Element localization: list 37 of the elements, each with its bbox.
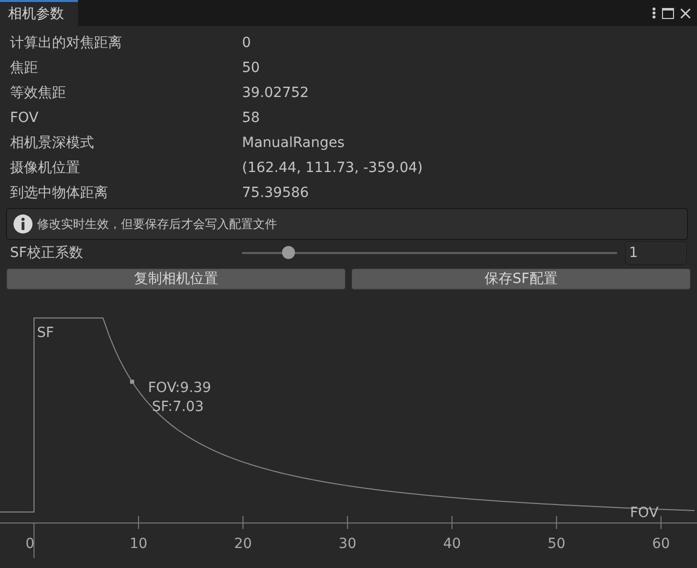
field-value: (162.44, 111.73, -359.04) [242,160,424,176]
field-value: 0 [242,34,252,50]
axis-label: SF [37,325,54,341]
field-label: 摄像机位置 [10,158,81,176]
tick-label: 40 [443,536,461,552]
tick-label: 20 [234,536,252,552]
field-value: 58 [242,110,261,126]
action-button[interactable]: 保存SF配置 [351,268,691,290]
field-value: 39.02752 [242,84,310,100]
info-icon [13,214,33,234]
info-text: 修改实时生效，但要保存后才会写入配置文件 [37,216,277,232]
field-value: ManualRanges [242,134,346,150]
tick-label: 60 [652,536,670,552]
field-label: FOV [10,110,40,126]
tick-label: 10 [130,536,148,552]
tick-label: 30 [338,536,356,552]
point-label: SF:7.03 [152,399,204,415]
axis-label: FOV [630,505,658,521]
point-label: FOV:9.39 [148,380,212,396]
more-icon[interactable] [652,7,656,19]
field-label: 到选中物体距离 [10,184,109,202]
field-value: 75.39586 [242,184,310,200]
curve-point [130,380,134,384]
field-label: 焦距 [10,58,39,76]
field-value: 50 [242,60,261,76]
field-label: 计算出的对焦距离 [10,34,123,52]
action-button[interactable]: 复制相机位置 [6,268,346,290]
slider-thumb[interactable] [282,246,295,259]
close-icon[interactable] [680,8,691,18]
tick-label: 50 [548,536,566,552]
tick-label: 0 [26,536,34,552]
field-label: 等效焦距 [10,84,67,102]
slider-label: SF校正系数 [10,244,84,262]
number-field[interactable]: 1 [625,241,687,265]
window-tab[interactable]: 相机参数 [0,0,78,26]
field-label: 相机景深模式 [10,134,95,152]
maximize-icon[interactable] [662,8,674,18]
